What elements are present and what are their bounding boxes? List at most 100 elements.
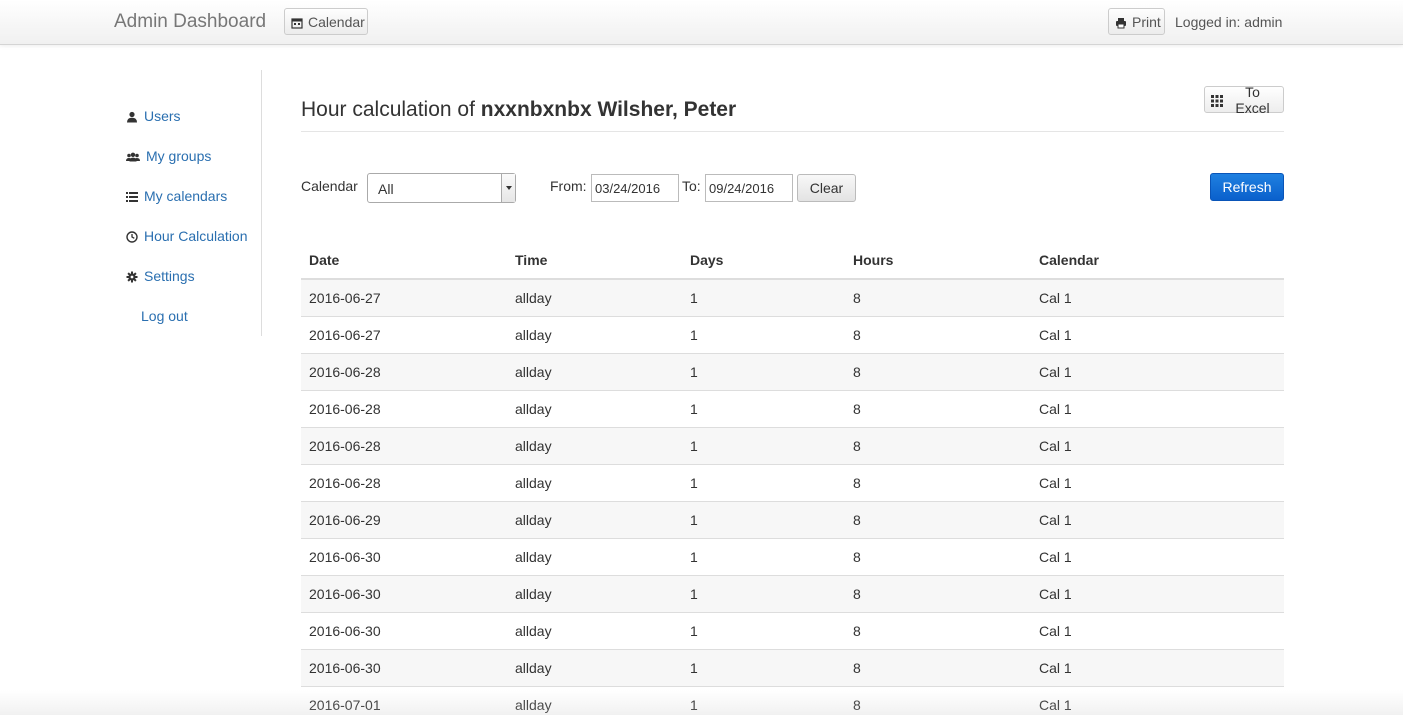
time-cell: allday <box>507 352 682 390</box>
clear-button[interactable]: Clear <box>797 174 856 202</box>
to-date-input[interactable] <box>705 174 793 202</box>
time-cell: allday <box>507 500 682 538</box>
column-header-days[interactable]: Days <box>682 242 845 280</box>
column-header-calendar[interactable]: Calendar <box>1031 242 1284 280</box>
sidebar-item-settings[interactable]: Settings <box>126 266 195 286</box>
table-row: 2016-06-28 allday 1 8 Cal 1 <box>301 352 1284 390</box>
hours-cell: 8 <box>845 315 1031 353</box>
calendar-cell: Cal 1 <box>1031 278 1284 316</box>
date-cell: 2016-06-28 <box>301 352 507 390</box>
hours-cell: 8 <box>845 389 1031 427</box>
page-title-name: nxxnbxnbx Wilsher, Peter <box>480 98 737 121</box>
hours-cell: 8 <box>845 352 1031 390</box>
date-cell: 2016-06-30 <box>301 611 507 649</box>
calendar-cell: Cal 1 <box>1031 315 1284 353</box>
sidebar-item-users[interactable]: Users <box>126 106 181 126</box>
calendar-select-value: All <box>378 181 394 197</box>
hours-cell: 8 <box>845 426 1031 464</box>
table-row: 2016-06-30 allday 1 8 Cal 1 <box>301 611 1284 649</box>
calendar-cell: Cal 1 <box>1031 389 1284 427</box>
days-cell: 1 <box>682 389 845 427</box>
days-cell: 1 <box>682 537 845 575</box>
calendar-select[interactable]: All <box>367 173 516 203</box>
list-icon <box>126 190 138 202</box>
days-cell: 1 <box>682 315 845 353</box>
to-excel-label: To Excel <box>1235 83 1270 116</box>
time-cell: allday <box>507 611 682 649</box>
days-cell: 1 <box>682 426 845 464</box>
sidebar-item-label: My calendars <box>144 188 228 204</box>
from-date-input[interactable] <box>591 174 679 202</box>
print-button[interactable]: Print <box>1108 8 1165 35</box>
days-cell: 1 <box>682 685 845 723</box>
logged-in-status: Logged in: admin <box>1175 14 1283 30</box>
table-row: 2016-07-01 allday 1 8 Cal 1 <box>301 685 1284 723</box>
to-excel-button[interactable]: To Excel <box>1204 83 1284 116</box>
time-cell: allday <box>507 278 682 316</box>
column-header-date[interactable]: Date <box>301 242 507 280</box>
table-row: 2016-06-27 allday 1 8 Cal 1 <box>301 315 1284 353</box>
table-row: 2016-06-27 allday 1 8 Cal 1 <box>301 278 1284 316</box>
time-cell: allday <box>507 463 682 501</box>
hours-cell: 8 <box>845 611 1031 649</box>
sidebar-item-my-groups[interactable]: My groups <box>126 146 211 166</box>
clock-icon <box>126 230 138 243</box>
print-button-label: Print <box>1132 13 1161 30</box>
calendar-cell: Cal 1 <box>1031 685 1284 723</box>
date-cell: 2016-06-28 <box>301 463 507 501</box>
refresh-button[interactable]: Refresh <box>1210 173 1284 201</box>
hours-cell: 8 <box>845 500 1031 538</box>
group-icon <box>126 150 140 162</box>
table-row: 2016-06-30 allday 1 8 Cal 1 <box>301 648 1284 686</box>
calendar-cell: Cal 1 <box>1031 537 1284 575</box>
time-cell: allday <box>507 426 682 464</box>
time-cell: allday <box>507 574 682 612</box>
days-cell: 1 <box>682 648 845 686</box>
user-icon <box>126 110 138 123</box>
sidebar-item-label: My groups <box>146 148 212 164</box>
calendar-button[interactable]: Calendar <box>284 8 368 35</box>
page-title-prefix: Hour calculation of <box>301 98 481 121</box>
days-cell: 1 <box>682 574 845 612</box>
brand-title[interactable]: Admin Dashboard <box>114 11 266 33</box>
table-row: 2016-06-28 allday 1 8 Cal 1 <box>301 463 1284 501</box>
table-row: 2016-06-30 allday 1 8 Cal 1 <box>301 537 1284 575</box>
top-navbar: Admin Dashboard Calendar Print Logged in… <box>0 0 1403 45</box>
date-cell: 2016-06-29 <box>301 500 507 538</box>
from-label: From: <box>550 178 587 194</box>
calendar-cell: Cal 1 <box>1031 426 1284 464</box>
calendar-cell: Cal 1 <box>1031 500 1284 538</box>
sidebar-item-label: Log out <box>141 308 188 324</box>
chevron-down-icon <box>501 174 515 202</box>
column-header-time[interactable]: Time <box>507 242 682 280</box>
printer-icon <box>1115 16 1127 28</box>
gear-icon <box>126 270 138 283</box>
hours-cell: 8 <box>845 648 1031 686</box>
table-header-row: Date Time Days Hours Calendar <box>301 242 1284 280</box>
sidebar-item-label: Hour Calculation <box>144 228 248 244</box>
calendar-cell: Cal 1 <box>1031 352 1284 390</box>
calendar-cell: Cal 1 <box>1031 463 1284 501</box>
time-cell: allday <box>507 389 682 427</box>
sidebar: Users My groups My calendars Hour Calcul… <box>114 70 262 336</box>
to-label: To: <box>682 178 701 194</box>
hours-cell: 8 <box>845 463 1031 501</box>
days-cell: 1 <box>682 500 845 538</box>
sidebar-item-my-calendars[interactable]: My calendars <box>126 186 227 206</box>
sidebar-item-label: Settings <box>144 268 195 284</box>
title-divider <box>301 131 1284 132</box>
hours-cell: 8 <box>845 537 1031 575</box>
column-header-hours[interactable]: Hours <box>845 242 1031 280</box>
table-row: 2016-06-30 allday 1 8 Cal 1 <box>301 574 1284 612</box>
sidebar-item-label: Users <box>144 108 181 124</box>
sidebar-item-hour-calculation[interactable]: Hour Calculation <box>126 226 248 246</box>
hours-table: Date Time Days Hours Calendar 2016-06-27… <box>301 242 1284 723</box>
date-cell: 2016-06-30 <box>301 574 507 612</box>
time-cell: allday <box>507 315 682 353</box>
hours-cell: 8 <box>845 278 1031 316</box>
date-cell: 2016-06-28 <box>301 426 507 464</box>
sidebar-item-log-out[interactable]: Log out <box>141 306 188 326</box>
date-cell: 2016-06-30 <box>301 537 507 575</box>
date-cell: 2016-06-27 <box>301 278 507 316</box>
date-cell: 2016-07-01 <box>301 685 507 723</box>
